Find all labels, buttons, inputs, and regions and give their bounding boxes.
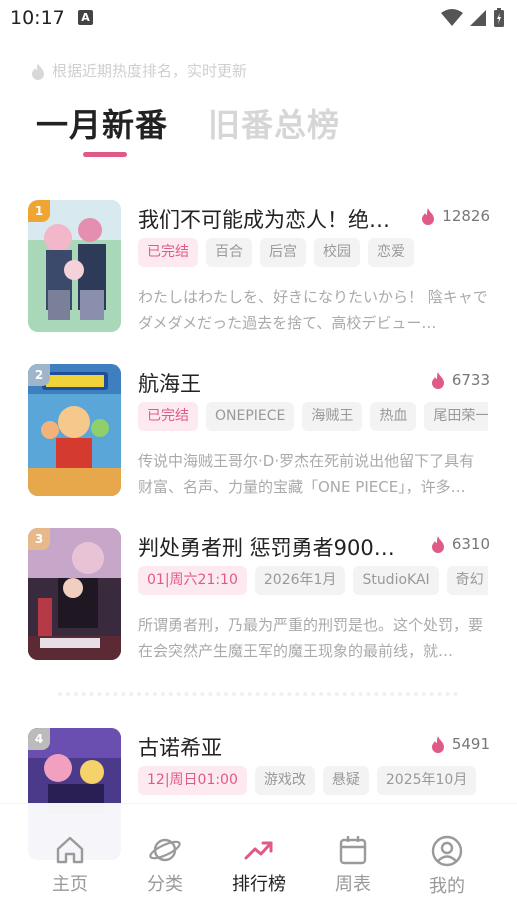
status-bar: 10:17 A — [0, 0, 517, 36]
genre-tag[interactable]: ONEPIECE — [206, 402, 295, 431]
list-divider — [58, 692, 458, 696]
genre-tag[interactable]: 尾田荣一郎 — [424, 402, 488, 431]
nav-home[interactable]: 主页 — [30, 834, 110, 896]
genre-tag[interactable]: 恋爱 — [368, 238, 414, 267]
nav-ranking[interactable]: 排行榜 — [219, 834, 299, 896]
heat-value: 6733 — [451, 371, 490, 389]
genre-tag[interactable]: 校园 — [314, 238, 360, 267]
anime-description: 所谓勇者刑，乃最为严重的刑罚是也。这个处罚，要在会突然产生魔王军的魔王现象的最前… — [138, 616, 484, 660]
nav-label: 周表 — [335, 874, 371, 895]
status-tag[interactable]: 已完结 — [138, 402, 198, 431]
heat-score: 12826 — [420, 207, 490, 225]
nav-schedule[interactable]: 周表 — [313, 834, 393, 896]
flame-icon — [431, 536, 444, 553]
nav-label: 分类 — [147, 874, 183, 895]
studio-tag[interactable]: StudioKAI — [353, 566, 439, 595]
anime-title[interactable]: 我们不可能成为恋人！绝对不行。（※似乎可行？） — [138, 204, 408, 234]
anime-cover[interactable]: 3 — [28, 528, 121, 660]
status-time: 10:17 — [10, 7, 65, 29]
tag-list: 12|周日01:00 游戏改 悬疑 2025年10月 — [138, 766, 488, 796]
tag-list: 01|周六21:10 2026年1月 StudioKAI 奇幻 — [138, 566, 488, 596]
flame-icon — [32, 62, 44, 80]
flame-icon — [431, 736, 444, 753]
ranking-hint: 根据近期热度排名，实时更新 — [30, 60, 247, 81]
rank-badge: 1 — [28, 200, 50, 222]
tag-list: 已完结 ONEPIECE海贼王热血尾田荣一郎 — [138, 402, 488, 432]
schedule-tag[interactable]: 12|周日01:00 — [138, 766, 247, 795]
home-icon — [56, 836, 84, 864]
heat-score: 6733 — [430, 371, 490, 389]
genre-tag[interactable]: 悬疑 — [322, 766, 369, 795]
ranking-tabs: 一月新番 旧番总榜 — [36, 100, 340, 146]
genre-tag[interactable]: 奇幻 — [446, 566, 488, 595]
anime-description: わたしはわたしを、好きになりたいから！ 陰キャでダメダメだった過去を捨て、高校デ… — [138, 288, 488, 332]
flame-icon — [431, 372, 444, 389]
rank-badge: 2 — [28, 364, 50, 386]
season-tag[interactable]: 2026年1月 — [254, 566, 346, 595]
tab-new-season[interactable]: 一月新番 — [36, 100, 168, 146]
list-item[interactable]: 1 我们不可能成为恋人！绝对不行。（※似乎可行？） 12826 已完结百合后宫校… — [28, 200, 498, 334]
calendar-icon — [339, 836, 367, 865]
bottom-navigation: 主页 分类 排行榜 周表 我的 — [0, 803, 517, 921]
list-item[interactable]: 3 判处勇者刑 惩罚勇者9004队刑务记录 6310 01|周六21:10202… — [28, 528, 498, 662]
nav-label: 我的 — [429, 876, 465, 897]
rank-badge: 3 — [28, 528, 50, 550]
wifi-icon — [441, 9, 463, 26]
heat-value: 12826 — [442, 207, 490, 225]
hint-text: 根据近期热度排名，实时更新 — [52, 62, 248, 80]
genre-tag[interactable]: 后宫 — [260, 238, 306, 267]
planet-icon — [149, 838, 181, 862]
list-item[interactable]: 2 航海王 6733 已完结 ONEPIECE海贼王热血尾田荣一郎 传说中海贼王哥… — [28, 364, 498, 498]
genre-tag[interactable]: 游戏改 — [254, 766, 315, 795]
rank-badge: 4 — [28, 728, 50, 750]
status-tag[interactable]: 已完结 — [138, 238, 198, 267]
battery-icon — [494, 8, 504, 27]
heat-score: 6310 — [430, 535, 490, 553]
anime-cover[interactable]: 2 — [28, 364, 121, 496]
tab-active-indicator — [83, 152, 127, 157]
user-circle-icon — [431, 835, 463, 867]
tag-list: 已完结 百合 后宫 校园 恋爱 — [138, 238, 488, 268]
nav-category[interactable]: 分类 — [125, 834, 205, 896]
season-tag[interactable]: 2025年10月 — [376, 766, 477, 795]
genre-tag[interactable]: 热血 — [370, 402, 417, 431]
anime-description: 传说中海贼王哥尔·D·罗杰在死前说出他留下了具有财富、名声、力量的宝藏「ONE … — [138, 452, 475, 496]
anime-title[interactable]: 航海王 — [138, 368, 408, 398]
flame-icon — [422, 208, 435, 225]
genre-tag[interactable]: 百合 — [206, 238, 252, 267]
nav-label: 主页 — [52, 874, 88, 895]
anime-cover[interactable]: 1 — [28, 200, 121, 332]
anime-title[interactable]: 古诺希亚 — [138, 732, 408, 762]
nav-label: 排行榜 — [232, 874, 286, 895]
trending-up-icon — [244, 841, 273, 860]
heat-value: 6310 — [451, 535, 490, 553]
status-icons — [441, 8, 505, 28]
tab-all-time[interactable]: 旧番总榜 — [208, 100, 340, 146]
schedule-tag[interactable]: 01|周六21:10 — [138, 566, 247, 595]
notification-icon: A — [78, 10, 93, 25]
nav-profile[interactable]: 我的 — [407, 834, 487, 898]
anime-title[interactable]: 判处勇者刑 惩罚勇者9004队刑务记录 — [138, 532, 408, 562]
heat-value: 5491 — [451, 735, 490, 753]
signal-icon — [470, 10, 486, 26]
genre-tag[interactable]: 海贼王 — [302, 402, 363, 431]
heat-score: 5491 — [430, 735, 490, 753]
